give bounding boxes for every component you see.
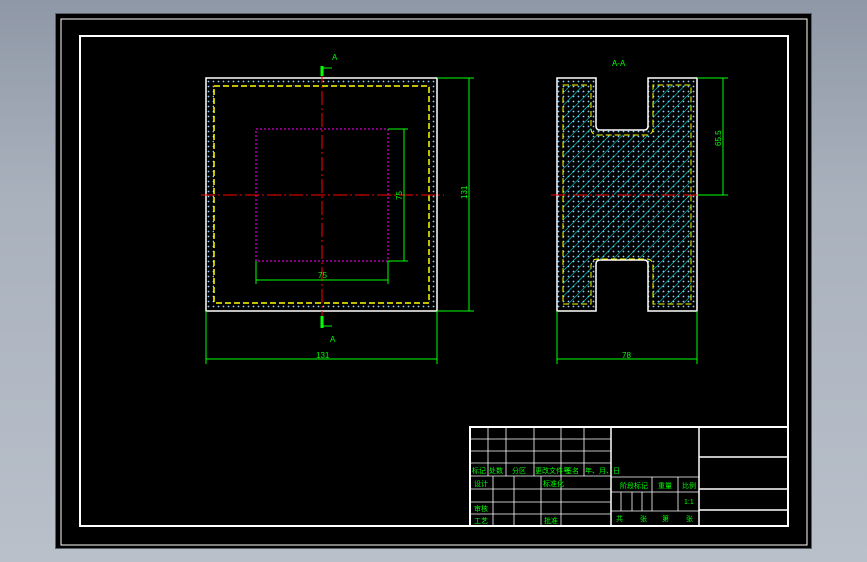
dim-front-inner-height-label: 75 bbox=[395, 191, 404, 200]
section-marker-top: A bbox=[320, 53, 338, 76]
tb-design: 设计 bbox=[474, 479, 488, 488]
tb-scale-value: 1:1 bbox=[684, 499, 694, 506]
tb-rev-header-sign: 签名 bbox=[565, 466, 579, 475]
svg-text:A: A bbox=[332, 53, 338, 62]
section-view[interactable]: A-A 65.5 78 bbox=[551, 59, 728, 364]
tb-sheets-unit: 张 bbox=[640, 514, 647, 523]
tb-scale: 比例 bbox=[682, 481, 696, 490]
cad-canvas[interactable]: A A 131 75 75 131 A-A 65.5 78 标记 处数 分区 更… bbox=[55, 13, 812, 549]
tb-process: 工艺 bbox=[474, 517, 488, 525]
dim-section-depth-label: 65.5 bbox=[714, 130, 723, 146]
tb-rev-header-date: 年、月、日 bbox=[585, 466, 620, 475]
tb-rev-header-zone: 分区 bbox=[512, 466, 526, 475]
tb-stage-mark: 阶段标记 bbox=[620, 481, 648, 490]
front-view[interactable]: A A 131 75 75 131 bbox=[201, 53, 474, 364]
section-title: A-A bbox=[612, 59, 626, 68]
title-block[interactable] bbox=[469, 426, 789, 527]
tb-sheets-total: 共 bbox=[616, 514, 623, 523]
dim-section-depth bbox=[697, 77, 728, 196]
tb-approve: 批准 bbox=[544, 516, 558, 525]
svg-text:A: A bbox=[330, 335, 336, 344]
dim-section-width-label: 78 bbox=[622, 351, 631, 360]
dim-front-width-label: 131 bbox=[316, 351, 330, 360]
tb-review: 审核 bbox=[474, 504, 488, 513]
tb-standardization: 标准化 bbox=[543, 479, 564, 488]
dim-front-height-label: 131 bbox=[460, 185, 469, 199]
section-marker-bottom: A bbox=[320, 316, 336, 344]
tb-sheet-unit2: 张 bbox=[686, 514, 693, 523]
tb-sheet-no: 第 bbox=[662, 514, 669, 523]
tb-rev-header-mark: 标记 bbox=[472, 466, 486, 475]
dim-front-inner-width-label: 75 bbox=[318, 271, 327, 280]
tb-rev-header-count: 处数 bbox=[489, 466, 503, 475]
cad-drawing: A A 131 75 75 131 A-A 65.5 78 标记 处数 分区 更… bbox=[60, 18, 808, 546]
tb-weight: 重量 bbox=[658, 482, 672, 490]
